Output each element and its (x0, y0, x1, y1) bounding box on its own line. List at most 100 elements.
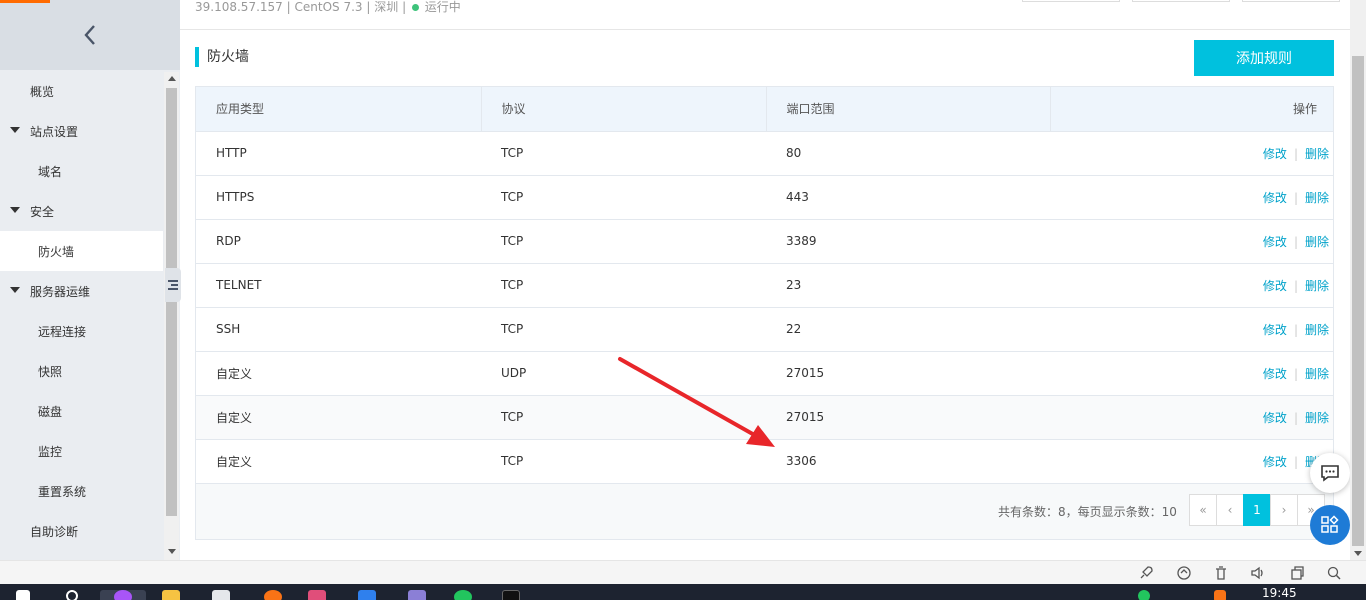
page-scroll-thumb[interactable] (1352, 56, 1364, 546)
app-icon[interactable] (358, 590, 376, 600)
windows-start-icon[interactable] (16, 590, 30, 600)
cell-port-range: 3389 (766, 219, 1050, 264)
page-1-button[interactable]: 1 (1243, 494, 1271, 526)
scroll-up-icon[interactable] (168, 76, 176, 81)
top-action-button[interactable] (1022, 0, 1120, 2)
brand-accent-bar (0, 0, 50, 3)
separator: | (1293, 322, 1298, 337)
sidebar-item-snapshot[interactable]: 快照 (0, 351, 163, 391)
sidebar-collapse-handle[interactable] (165, 268, 181, 302)
edit-link[interactable]: 修改 (1263, 145, 1287, 162)
cell-protocol: TCP (481, 439, 766, 484)
delete-link[interactable]: 删除 (1305, 233, 1329, 250)
file-icon[interactable] (212, 590, 230, 600)
table-row: 自定义 TCP 27015 修改 | 删除 (196, 395, 1333, 440)
edit-link[interactable]: 修改 (1263, 453, 1287, 470)
apps-button[interactable] (1310, 505, 1350, 545)
refresh-icon[interactable] (1176, 565, 1192, 581)
app-icon[interactable] (308, 590, 326, 600)
table-header-row: 应用类型 协议 端口范围 操作 (196, 87, 1333, 132)
app-icon[interactable] (264, 590, 282, 600)
edit-link[interactable]: 修改 (1263, 321, 1287, 338)
search-icon[interactable] (66, 590, 78, 600)
sidebar-group-server-ops[interactable]: 服务器运维 (0, 271, 163, 311)
edit-link[interactable]: 修改 (1263, 189, 1287, 206)
cell-port-range: 3306 (766, 439, 1050, 484)
tray-icon[interactable] (1214, 590, 1226, 600)
first-page-button[interactable]: « (1189, 494, 1217, 526)
back-button[interactable] (0, 0, 180, 70)
sidebar-item-reset-system[interactable]: 重置系统 (0, 471, 163, 511)
rocket-icon[interactable] (1138, 565, 1154, 581)
app-icon[interactable] (454, 590, 472, 600)
top-action-button[interactable] (1132, 0, 1230, 2)
sidebar-item-label: 站点设置 (30, 124, 79, 139)
table-row: HTTP TCP 80 修改 | 删除 (196, 131, 1333, 176)
sidebar-menu: 概览 站点设置 域名 安全 防火墙 服务器运维 远程连接 快照 磁盘 监控 重置… (0, 71, 163, 551)
delete-link[interactable]: 删除 (1305, 277, 1329, 294)
sidebar-item-domain[interactable]: 域名 (0, 151, 163, 191)
page-scrollbar[interactable] (1350, 0, 1366, 560)
speaker-icon[interactable] (1250, 565, 1266, 581)
prev-page-button[interactable]: ‹ (1216, 494, 1244, 526)
scroll-down-icon[interactable] (168, 549, 176, 554)
delete-link[interactable]: 删除 (1305, 365, 1329, 382)
sidebar-scroll-thumb[interactable] (166, 88, 177, 516)
separator: | (1293, 190, 1298, 205)
sidebar-item-firewall[interactable]: 防火墙 (0, 231, 163, 271)
delete-link[interactable]: 删除 (1305, 145, 1329, 162)
window-restore-icon[interactable] (1289, 565, 1305, 581)
edit-link[interactable]: 修改 (1263, 233, 1287, 250)
top-action-button[interactable] (1242, 0, 1340, 2)
sidebar-item-label: 安全 (30, 204, 55, 219)
column-header-port-range: 端口范围 (766, 87, 1051, 132)
edit-link[interactable]: 修改 (1263, 409, 1287, 426)
sidebar-item-overview[interactable]: 概览 (0, 71, 163, 111)
cell-actions: 修改 | 删除 (1050, 131, 1333, 176)
edit-link[interactable]: 修改 (1263, 365, 1287, 382)
trash-icon[interactable] (1213, 565, 1229, 581)
add-rule-button[interactable]: 添加规则 (1194, 40, 1334, 76)
firewall-rules-table: 应用类型 协议 端口范围 操作 HTTP TCP 80 修改 | 删除 HTTPS TCP 44… (196, 87, 1333, 484)
sidebar-item-monitor[interactable]: 监控 (0, 431, 163, 471)
cell-port-range: 23 (766, 263, 1050, 308)
edit-link[interactable]: 修改 (1263, 277, 1287, 294)
scroll-down-icon[interactable] (1354, 551, 1362, 556)
app-icon[interactable] (408, 590, 426, 600)
cell-actions: 修改 | 删除 (1050, 395, 1333, 440)
search-icon[interactable] (1326, 565, 1342, 581)
cell-actions: 修改 | 删除 (1050, 263, 1333, 308)
tray-icon[interactable] (1138, 590, 1150, 600)
delete-link[interactable]: 删除 (1305, 321, 1329, 338)
table-row: 自定义TCP3306修改|删除 (196, 439, 1333, 484)
caret-down-icon (10, 207, 20, 213)
sidebar-group-site-settings[interactable]: 站点设置 (0, 111, 163, 151)
sidebar-group-security[interactable]: 安全 (0, 191, 163, 231)
table-row: SSH TCP 22 修改 | 删除 (196, 307, 1333, 352)
sidebar-item-label: 概览 (30, 84, 55, 99)
caret-down-icon (10, 127, 20, 133)
sidebar-scrollbar[interactable] (164, 72, 179, 560)
delete-link[interactable]: 删除 (1305, 189, 1329, 206)
pagination-summary: 共有条数：8，每页显示条数：10 (998, 505, 1177, 519)
sidebar-item-disk[interactable]: 磁盘 (0, 391, 163, 431)
terminal-icon[interactable] (502, 590, 520, 600)
cell-app-type: RDP (196, 219, 481, 264)
cell-protocol: TCP (481, 131, 766, 176)
sidebar-item-self-diagnosis[interactable]: 自助诊断 (0, 511, 163, 551)
sidebar-item-remote-connect[interactable]: 远程连接 (0, 311, 163, 351)
separator: | (1293, 146, 1298, 161)
cell-actions: 修改 | 删除 (1050, 351, 1333, 396)
sidebar-item-label: 服务器运维 (30, 284, 91, 299)
cell-protocol: TCP (481, 307, 766, 352)
folder-icon[interactable] (162, 590, 180, 600)
delete-link[interactable]: 删除 (1305, 409, 1329, 426)
sidebar-item-label: 自助诊断 (30, 524, 79, 539)
cell-port-range: 80 (766, 131, 1050, 176)
cell-app-type: 自定义 (196, 351, 481, 396)
next-page-button[interactable]: › (1270, 494, 1298, 526)
separator: | (1293, 278, 1298, 293)
sidebar: 概览 站点设置 域名 安全 防火墙 服务器运维 远程连接 快照 磁盘 监控 重置… (0, 0, 181, 560)
server-os: CentOS 7.3 (294, 0, 363, 14)
chat-button[interactable] (1310, 453, 1350, 493)
